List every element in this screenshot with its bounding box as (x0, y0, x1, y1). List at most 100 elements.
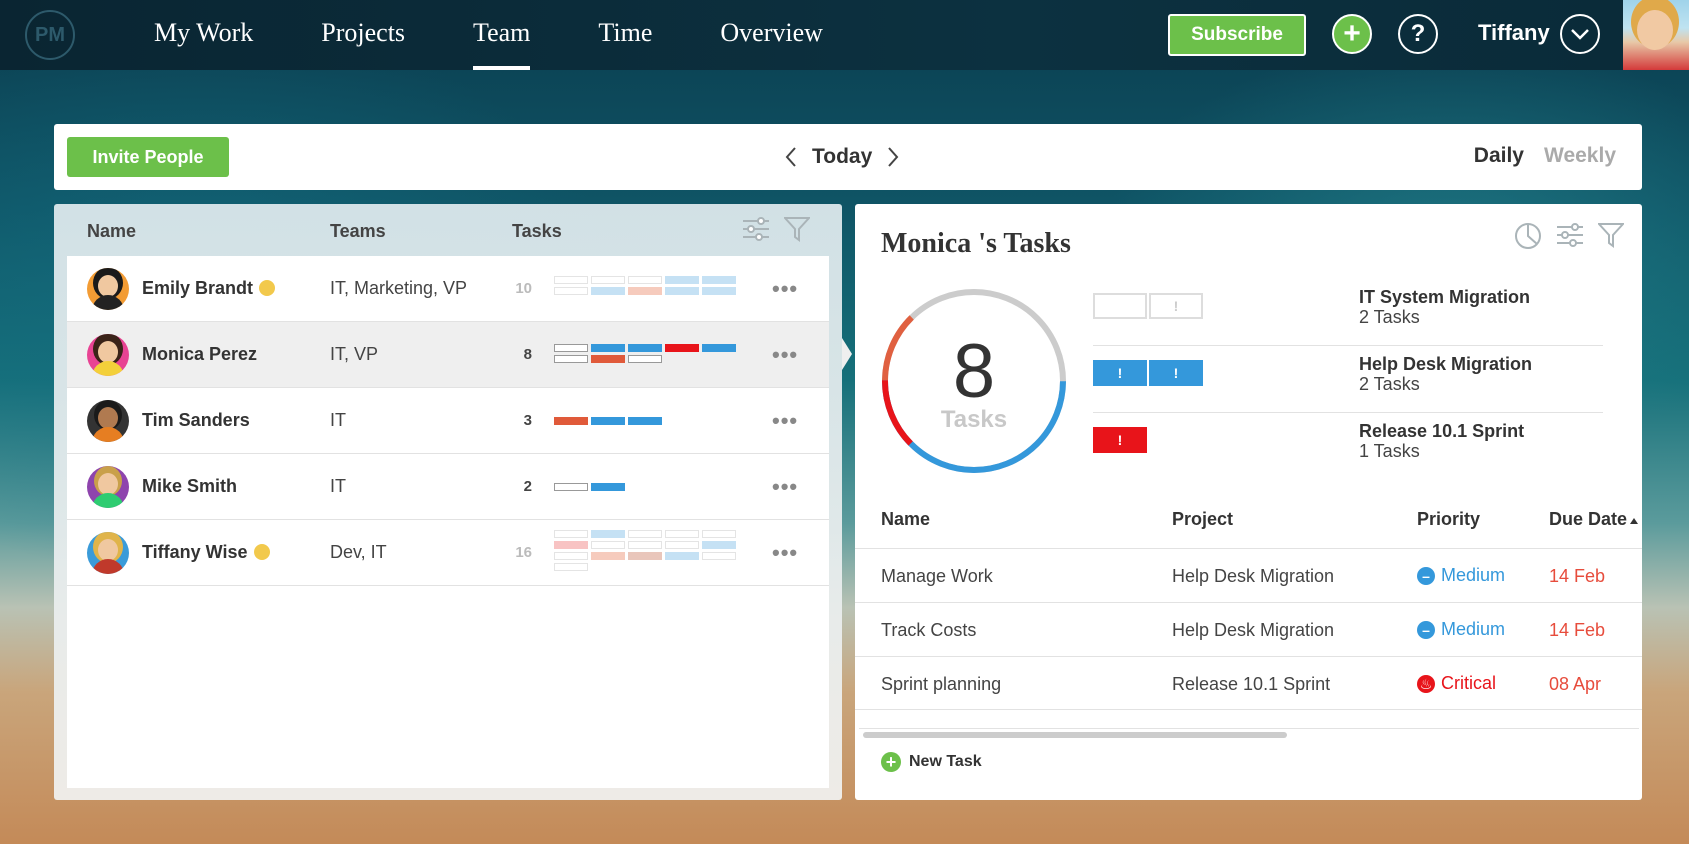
task-project: Help Desk Migration (1172, 566, 1335, 586)
sliders-icon[interactable] (742, 216, 770, 247)
task-project: Help Desk Migration (1172, 620, 1335, 640)
person-name[interactable]: Emily Brandt (142, 278, 276, 299)
subscribe-button[interactable]: Subscribe (1168, 14, 1306, 56)
task-summary-ring: 8 Tasks (879, 286, 1069, 476)
task-count: 16 (515, 544, 532, 561)
chevron-left-icon[interactable] (784, 142, 798, 172)
selection-pointer (842, 338, 852, 370)
task-chip[interactable]: ! (1093, 360, 1147, 386)
view-toggle: Daily Weekly (1474, 144, 1616, 168)
task-row[interactable]: Track Costs Help Desk Migration – Medium… (855, 602, 1642, 656)
person-teams: IT (330, 476, 346, 496)
view-weekly[interactable]: Weekly (1544, 144, 1616, 168)
date-navigator: Today (784, 142, 900, 172)
col-header-name[interactable]: Name (87, 221, 136, 242)
plus-icon: + (881, 752, 901, 772)
nav-projects[interactable]: Projects (311, 0, 415, 70)
person-teams: Dev, IT (330, 542, 387, 562)
person-name[interactable]: Tim Sanders (142, 410, 250, 431)
add-plus-icon[interactable]: + (1332, 14, 1372, 54)
task-col-header-name[interactable]: Name (881, 509, 930, 530)
team-toolbar: Invite People Today Daily Weekly (54, 124, 1642, 190)
user-avatar[interactable] (1623, 0, 1689, 70)
avatar (87, 334, 129, 376)
person-row-emily-brandt[interactable]: Emily Brandt IT, Marketing, VP 10 ••• (67, 256, 829, 322)
invite-people-button[interactable]: Invite People (67, 137, 229, 177)
date-label[interactable]: Today (812, 145, 872, 169)
task-chip[interactable]: ! (1149, 360, 1203, 386)
task-col-header-priority[interactable]: Priority (1417, 509, 1480, 530)
user-menu-chevron-icon[interactable] (1560, 14, 1600, 54)
row-more-icon[interactable]: ••• (772, 540, 798, 566)
people-table-header: Name Teams Tasks (54, 204, 842, 254)
task-priority[interactable]: ♨ Critical (1417, 673, 1496, 694)
row-more-icon[interactable]: ••• (772, 276, 798, 302)
tasks-panel-title: Monica 's Tasks (881, 228, 1071, 259)
person-row-tiffany-wise[interactable]: Tiffany Wise Dev, IT 16 ••• (67, 520, 829, 586)
task-col-header-project[interactable]: Project (1172, 509, 1233, 530)
task-chip[interactable]: ! (1149, 293, 1203, 319)
row-more-icon[interactable]: ••• (772, 408, 798, 434)
sort-ascending-icon (1630, 518, 1639, 524)
row-more-icon[interactable]: ••• (772, 474, 798, 500)
person-name[interactable]: Mike Smith (142, 476, 237, 497)
task-row[interactable]: Manage Work Help Desk Migration – Medium… (855, 548, 1642, 602)
priority-medium-icon: – (1417, 566, 1435, 585)
chevron-right-icon[interactable] (886, 142, 900, 172)
nav-team[interactable]: Team (463, 0, 540, 70)
project-name: Release 10.1 Sprint (1359, 421, 1525, 441)
project-task-count: 1 Tasks (1359, 441, 1420, 461)
task-due-date[interactable]: 14 Feb (1549, 620, 1605, 641)
person-teams: IT, VP (330, 344, 379, 364)
avatar (87, 400, 129, 442)
task-project: Release 10.1 Sprint (1172, 674, 1331, 694)
project-summary-release-10-1-sprint[interactable]: ! Release 10.1 Sprint 1 Tasks (1093, 414, 1603, 480)
person-row-monica-perez[interactable]: Monica Perez IT, VP 8 ••• (67, 322, 829, 388)
app-logo[interactable]: PM (25, 10, 75, 60)
task-due-date[interactable]: 14 Feb (1549, 566, 1605, 587)
online-status-dot (253, 544, 270, 560)
person-row-tim-sanders[interactable]: Tim Sanders IT 3 ••• (67, 388, 829, 454)
pie-chart-icon[interactable] (1514, 222, 1542, 255)
scrollbar-thumb[interactable] (863, 732, 1287, 738)
task-count: 3 (523, 412, 532, 429)
filter-icon[interactable] (782, 216, 812, 247)
task-col-header-due-date[interactable]: Due Date (1549, 509, 1639, 530)
col-header-teams[interactable]: Teams (330, 221, 386, 242)
task-due-date[interactable]: 08 Apr (1549, 674, 1601, 695)
task-name[interactable]: Manage Work (881, 566, 993, 587)
task-name[interactable]: Track Costs (881, 620, 976, 641)
project-summary-help-desk-migration[interactable]: ! ! Help Desk Migration 2 Tasks (1093, 347, 1603, 413)
task-chip[interactable]: ! (1093, 427, 1147, 453)
help-icon[interactable]: ? (1398, 14, 1438, 54)
task-priority[interactable]: – Medium (1417, 565, 1505, 586)
online-status-dot (259, 280, 276, 296)
avatar (87, 268, 129, 310)
task-priority[interactable]: – Medium (1417, 619, 1505, 640)
filter-icon[interactable] (1596, 222, 1626, 255)
task-total-label: Tasks (940, 406, 1008, 433)
horizontal-scrollbar[interactable] (859, 728, 1639, 738)
task-chip[interactable] (1093, 293, 1147, 319)
top-nav-bar: PM My Work Projects Team Time Overview S… (0, 0, 1689, 70)
avatar (87, 466, 129, 508)
task-row[interactable]: Sprint planning Release 10.1 Sprint ♨ Cr… (855, 656, 1642, 710)
project-name: IT System Migration (1359, 287, 1531, 307)
nav-my-work[interactable]: My Work (144, 0, 263, 70)
task-name[interactable]: Sprint planning (881, 674, 1001, 695)
view-daily[interactable]: Daily (1474, 144, 1524, 168)
person-teams: IT, Marketing, VP (330, 278, 468, 298)
person-name[interactable]: Tiffany Wise (142, 542, 270, 563)
person-row-mike-smith[interactable]: Mike Smith IT 2 ••• (67, 454, 829, 520)
tasks-panel: Monica 's Tasks 8 Tasks ! IT System Migr… (855, 204, 1642, 800)
sliders-icon[interactable] (1556, 222, 1584, 255)
new-task-button[interactable]: + New Task (881, 752, 982, 772)
nav-time[interactable]: Time (588, 0, 662, 70)
user-name[interactable]: Tiffany (1478, 20, 1550, 46)
person-name[interactable]: Monica Perez (142, 344, 257, 365)
row-more-icon[interactable]: ••• (772, 342, 798, 368)
task-count: 8 (523, 346, 532, 363)
nav-overview[interactable]: Overview (710, 0, 833, 70)
project-summary-it-system-migration[interactable]: ! IT System Migration 2 Tasks (1093, 280, 1603, 346)
col-header-tasks[interactable]: Tasks (512, 221, 562, 242)
